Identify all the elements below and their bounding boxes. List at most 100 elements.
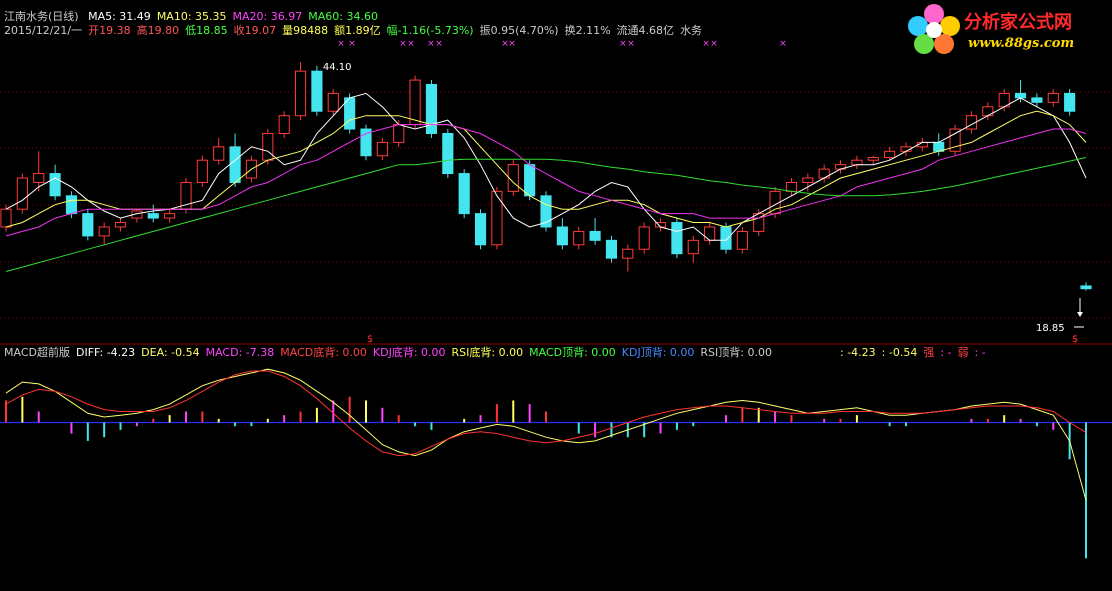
candle-body-17 (278, 115, 290, 134)
macd-legend-item-9: RSI顶背: 0.00 (700, 346, 772, 359)
candle-body-5 (82, 213, 94, 237)
signal-mark-11: × (710, 39, 718, 49)
macd-legend-item-0: MACD超前版 (4, 346, 70, 359)
candle-body-12 (196, 159, 208, 183)
macd-legend: MACD超前版 DIFF: -4.23 DEA: -0.54 MACD: -7.38 M… (4, 346, 778, 360)
macd-legend-item-1: DIFF: -4.23 (75, 346, 136, 359)
ma-legend: 江南水务(日线) MA5: 31.49 MA10: 35.35 MA20: 36.9… (4, 10, 390, 24)
candle-body-65 (1064, 92, 1076, 112)
info-item-11: 水务 (680, 24, 703, 37)
candle-body-60 (982, 106, 994, 117)
signal-mark-7: × (508, 39, 516, 49)
candle-body-14 (229, 146, 241, 183)
info-item-10: 流通4.68亿 (616, 24, 675, 37)
signal-mark-0: × (337, 39, 345, 49)
candle-body-42 (687, 239, 699, 255)
macd-legend-item-3: MACD: -7.38 (205, 346, 275, 359)
candle-body-19 (311, 70, 323, 112)
candle-body-16 (262, 132, 274, 161)
macd-legend-item-2: DEA: -0.54 (141, 346, 200, 359)
logo-title: 分析家公式网 (964, 12, 1072, 33)
info-item-9: 换2.11% (564, 24, 611, 37)
macd-legend-item-5: KDJ底背: 0.00 (372, 346, 446, 359)
info-item-0: 2015/12/21/一 (4, 24, 83, 37)
ma-legend-item-1: MA10: 35.35 (156, 10, 227, 23)
candle-body-4 (65, 195, 78, 215)
stock-title: 江南水务(日线) (4, 10, 79, 23)
candle-body-32 (524, 164, 536, 197)
candle-body-38 (622, 248, 634, 259)
candle-body-29 (474, 213, 487, 246)
macd-right-item-3: : - (940, 346, 952, 359)
signal-mark-5: × (435, 39, 443, 49)
candle-body-2 (33, 173, 45, 183)
ma-legend-item-3: MA60: 34.60 (308, 10, 378, 23)
price-panel[interactable]: 44.1018.85× × × × × × × × × × × × ×$ $ (0, 39, 1092, 345)
dollar-marker-0: $ (367, 334, 373, 345)
flower-icon (908, 4, 960, 54)
macd-right-item-5: : - (974, 346, 986, 359)
candle-body-35 (573, 230, 585, 246)
site-logo[interactable]: 分析家公式网 www.88gs.com (902, 0, 1112, 60)
dollar-marker-1: $ (1072, 334, 1078, 345)
candle-body-13 (213, 146, 225, 161)
candle-body-43 (704, 226, 716, 241)
signal-mark-3: × (407, 39, 415, 49)
grid-lines (0, 91, 1112, 424)
info-line: 2015/12/21/一 开19.38 高19.80 低18.85 收19.07 量984… (4, 24, 708, 38)
candle-body-37 (605, 239, 618, 259)
info-item-1: 开19.38 (88, 24, 131, 37)
candle-body-23 (376, 141, 388, 157)
high-price-label: 44.10 (323, 62, 352, 73)
ma-legend-item-0: MA5: 31.49 (88, 10, 151, 23)
macd-right-values: : -4.23 : -0.54 强 : - 弱 : - (840, 346, 992, 360)
signal-mark-10: × (702, 39, 710, 49)
macd-legend-item-8: KDJ顶背: 0.00 (621, 346, 695, 359)
macd-legend-item-4: MACD底背: 0.00 (280, 346, 367, 359)
signal-mark-8: × (619, 39, 627, 49)
candle-body-64 (1047, 92, 1059, 103)
candle-body-36 (589, 230, 601, 241)
info-item-5: 量98488 (282, 24, 329, 37)
candle-body-18 (294, 70, 307, 117)
macd-right-item-4: 弱 (957, 346, 969, 359)
candle-body-6 (98, 226, 110, 237)
info-item-7: 幅-1.16(-5.73%) (386, 24, 474, 37)
macd-right-item-1: : -0.54 (881, 346, 918, 359)
candle-body-30 (491, 190, 503, 246)
candle-body-63 (1031, 97, 1043, 103)
signal-mark-2: × (399, 39, 407, 49)
candle-body-21 (344, 97, 356, 130)
info-item-8: 振0.95(4.70%) (479, 24, 559, 37)
candle-body-25 (409, 79, 421, 126)
candle-body-45 (736, 230, 748, 250)
info-item-2: 高19.80 (136, 24, 180, 37)
candle-body-9 (147, 213, 159, 219)
info-item-6: 额1.89亿 (334, 24, 381, 37)
candle-body-26 (425, 84, 438, 134)
candle-body-49 (802, 177, 814, 183)
candle-body-41 (671, 222, 683, 255)
macd-panel[interactable] (5, 368, 1087, 559)
candle-body-7 (114, 222, 127, 228)
macd-legend-item-7: MACD顶背: 0.00 (529, 346, 616, 359)
candle-body-39 (638, 226, 650, 250)
candle-body-62 (1014, 92, 1027, 99)
info-item-4: 收19.07 (233, 24, 277, 37)
macd-right-item-2: 强 (923, 346, 935, 359)
stock-chart: 44.1018.85× × × × × × × × × × × × ×$ $ (0, 39, 1112, 559)
candle-body-50 (818, 168, 830, 179)
candle-body-1 (16, 177, 28, 210)
candle-body-44 (720, 226, 732, 250)
candle-body-3 (49, 173, 61, 197)
candle-body-0 (0, 208, 12, 228)
signal-mark-4: × (427, 39, 435, 49)
candle-body-66 (1080, 285, 1092, 290)
candle-body-20 (327, 92, 339, 112)
signal-mark-9: × (627, 39, 635, 49)
signal-mark-12: × (779, 39, 787, 49)
candle-body-10 (164, 213, 176, 219)
candle-body-48 (785, 181, 798, 192)
macd-right-item-0: : -4.23 (840, 346, 876, 359)
signal-mark-1: × (348, 39, 356, 49)
